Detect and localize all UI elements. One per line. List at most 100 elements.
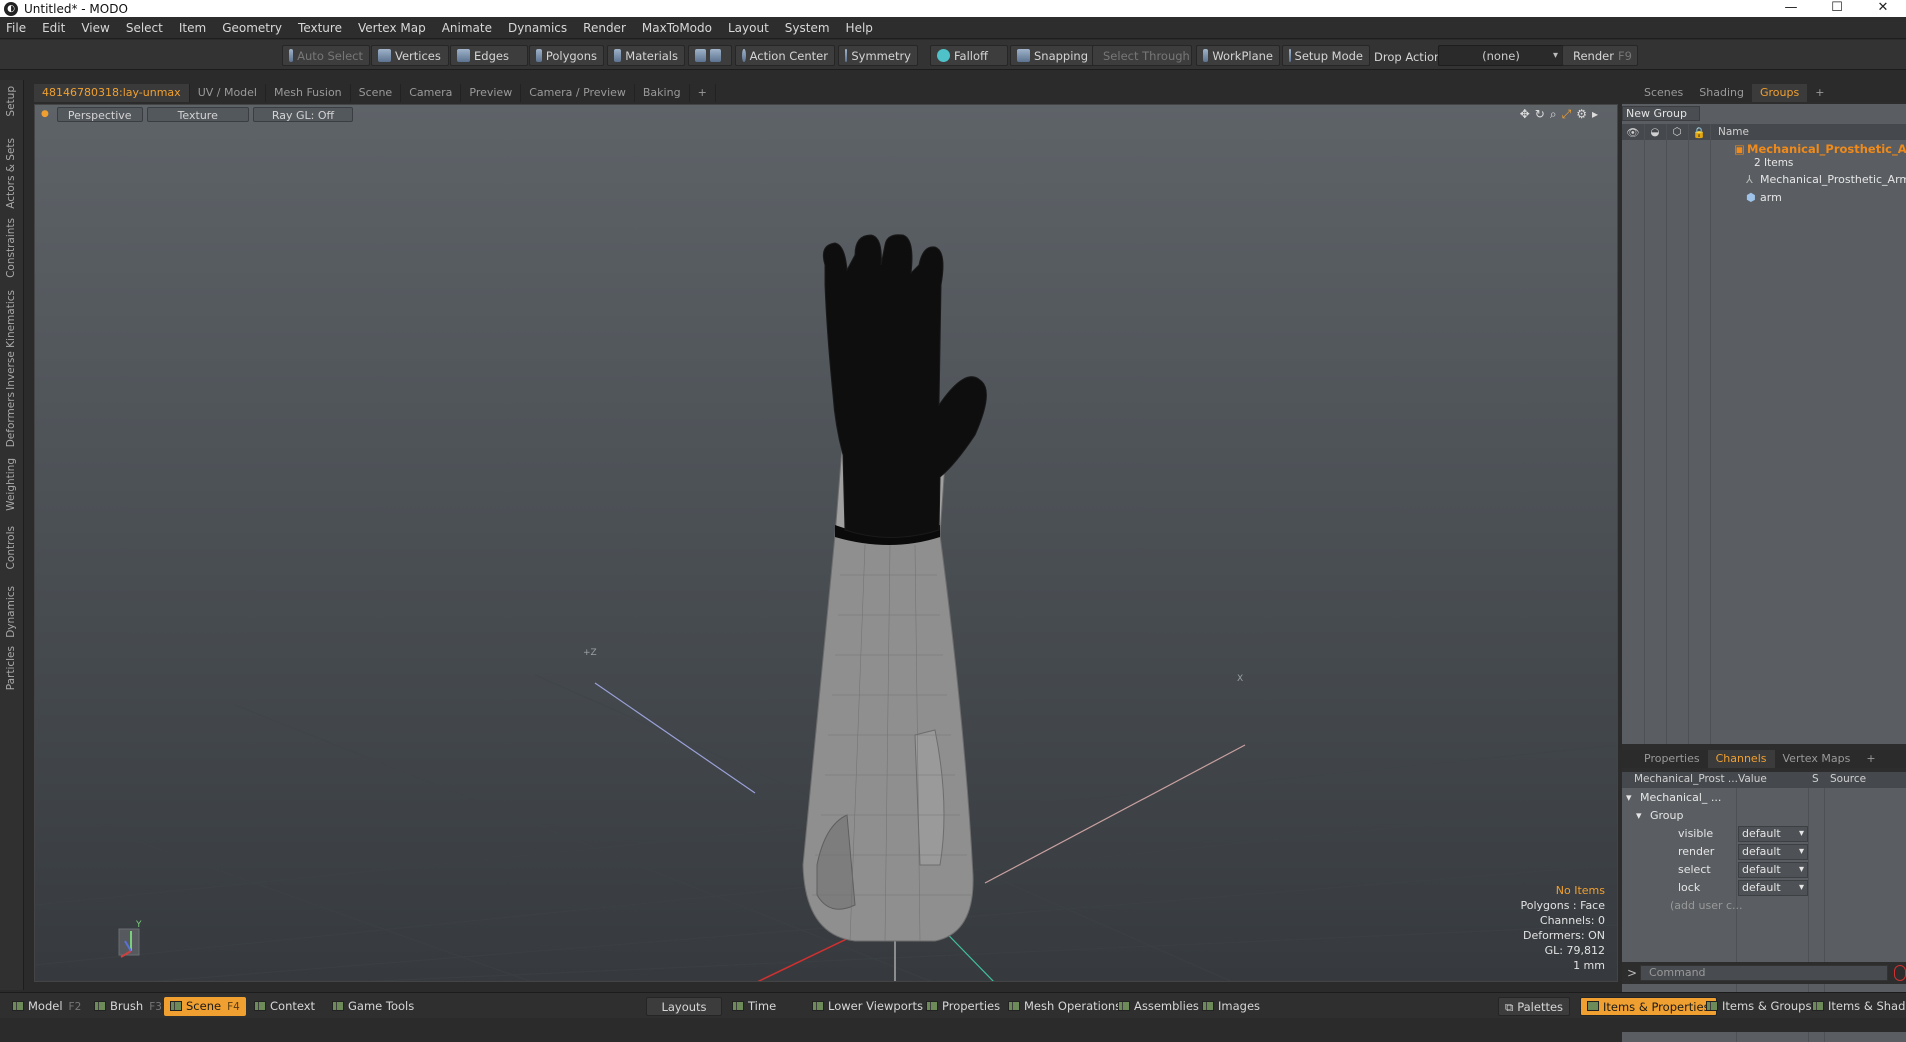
lock-col-icon[interactable]: 🔒 (1688, 126, 1710, 139)
visibility-col-icon[interactable]: 👁 (1622, 126, 1644, 139)
tab-scene[interactable]: Scene (351, 84, 402, 102)
menu-animate[interactable]: Animate (442, 21, 492, 35)
menu-item[interactable]: Item (179, 21, 206, 35)
channel-value-dropdown[interactable]: default (1738, 880, 1808, 896)
tab-mesh-fusion[interactable]: Mesh Fusion (266, 84, 351, 102)
channel-row[interactable]: visible default (1622, 825, 1906, 843)
images-button[interactable]: Images (1196, 997, 1260, 1016)
layout-game-tools-button[interactable]: Game Tools (326, 997, 414, 1016)
add-user-channel[interactable]: (add user c... (1622, 897, 1906, 915)
zoom-icon[interactable]: ⌕ (1550, 107, 1562, 121)
menu-dynamics[interactable]: Dynamics (508, 21, 567, 35)
lower-viewports-button[interactable]: Lower Viewports (806, 997, 923, 1016)
auto-select-button[interactable]: Auto Select (282, 45, 370, 66)
tab-camera[interactable]: Camera (401, 84, 462, 102)
channel-root-row[interactable]: ▾ Mechanical_ ... (1622, 789, 1906, 807)
tab-particles[interactable]: Particles (5, 646, 17, 690)
render-button[interactable]: Render F9 (1562, 45, 1638, 66)
palettes-button[interactable]: ⧉ Palettes (1498, 997, 1571, 1016)
items-properties-button[interactable]: Items & Properties (1580, 997, 1717, 1016)
tab-deformers[interactable]: Deformers (5, 392, 17, 447)
channel-group-row[interactable]: ▾ Group (1622, 807, 1906, 825)
viewport-menu-icon[interactable]: ● (41, 109, 49, 119)
select-through-button[interactable]: Select Through (1092, 45, 1192, 66)
channel-value-dropdown[interactable]: default (1738, 844, 1808, 860)
drop-action-select[interactable]: (none) (1438, 45, 1564, 66)
symmetry-button[interactable]: Symmetry (838, 45, 918, 66)
tab-properties[interactable]: Properties (1636, 750, 1708, 768)
layout-scene-button[interactable]: Scene F4 (164, 997, 246, 1016)
channel-row[interactable]: select default (1622, 861, 1906, 879)
tab-inverse-kinematics[interactable]: Inverse Kinematics (5, 290, 17, 390)
selection-sets-button[interactable] (688, 45, 732, 66)
polygons-button[interactable]: Polygons (529, 45, 604, 66)
tab-controls[interactable]: Controls (5, 526, 17, 569)
tab-groups[interactable]: Groups (1751, 84, 1808, 102)
menu-edit[interactable]: Edit (42, 21, 65, 35)
menu-geometry[interactable]: Geometry (222, 21, 282, 35)
assemblies-button[interactable]: Assemblies (1112, 997, 1199, 1016)
new-group-button[interactable]: New Group (1622, 106, 1700, 121)
tab-preview[interactable]: Preview (461, 84, 522, 102)
setup-mode-button[interactable]: Setup Mode (1282, 45, 1370, 66)
mesh-operations-button[interactable]: Mesh Operations (1002, 997, 1121, 1016)
render-col-icon[interactable]: ◒ (1644, 126, 1666, 138)
add-tab-button[interactable]: + (690, 84, 716, 102)
action-center-button[interactable]: Action Center (735, 45, 835, 66)
channel-row[interactable]: lock default (1622, 879, 1906, 897)
menu-help[interactable]: Help (846, 21, 873, 35)
layouts-button[interactable]: Layouts (646, 997, 722, 1016)
command-input[interactable]: Command (1640, 965, 1888, 981)
menu-render[interactable]: Render (583, 21, 626, 35)
materials-button[interactable]: Materials (607, 45, 685, 66)
tab-scenes[interactable]: Scenes (1636, 84, 1691, 102)
menu-maxtomodo[interactable]: MaxToModo (642, 21, 712, 35)
group-child-row[interactable]: ⅄ Mechanical_Prosthetic_Arm (1622, 172, 1906, 188)
select-col-icon[interactable]: ⬡ (1666, 126, 1688, 138)
viewport-settings-icon[interactable]: ⚙ (1576, 107, 1592, 121)
minimize-button[interactable]: — (1768, 0, 1814, 17)
collapse-icon[interactable]: ▾ (1626, 789, 1632, 807)
add-panel-tab-button[interactable]: + (1807, 84, 1832, 102)
tab-setup[interactable]: Setup (5, 86, 17, 117)
menu-select[interactable]: Select (126, 21, 163, 35)
view-mode-button[interactable]: Perspective (56, 106, 143, 122)
tab-baking[interactable]: Baking (635, 84, 690, 102)
tab-vertex-maps[interactable]: Vertex Maps (1775, 750, 1859, 768)
channel-value-dropdown[interactable]: default (1738, 862, 1808, 878)
play-icon[interactable]: ▸ (1592, 107, 1603, 121)
maximize-viewport-icon[interactable]: ⤢ (1562, 107, 1577, 121)
tab-layout-unmax[interactable]: 48146780318:lay-unmax (34, 84, 190, 102)
tab-channels[interactable]: Channels (1707, 750, 1775, 768)
maximize-button[interactable]: ☐ (1814, 0, 1860, 17)
menu-view[interactable]: View (81, 21, 109, 35)
vertices-button[interactable]: Vertices (371, 45, 449, 66)
add-properties-tab-button[interactable]: + (1858, 750, 1883, 768)
channel-row[interactable]: render default (1622, 843, 1906, 861)
items-shading-button[interactable]: Items & Shading (1806, 997, 1906, 1016)
tab-camera-preview[interactable]: Camera / Preview (521, 84, 635, 102)
3d-viewport[interactable]: +Z X Y ● Perspective Texture Ray GL: Off… (34, 104, 1618, 982)
workplane-button[interactable]: WorkPlane (1196, 45, 1280, 66)
snapping-button[interactable]: Snapping (1010, 45, 1096, 66)
properties-button[interactable]: Properties (920, 997, 1000, 1016)
items-groups-button[interactable]: Items & Groups (1700, 997, 1811, 1016)
close-button[interactable]: ✕ (1860, 0, 1906, 17)
pan-icon[interactable]: ✥ (1520, 107, 1535, 121)
tab-uv-model[interactable]: UV / Model (190, 84, 266, 102)
tab-dynamics[interactable]: Dynamics (5, 586, 17, 638)
group-child-row[interactable]: ⬢ arm (1622, 190, 1906, 206)
layout-model-button[interactable]: Model F2 (6, 997, 81, 1016)
tab-actors-sets[interactable]: Actors & Sets (5, 138, 17, 209)
edges-button[interactable]: Edges (450, 45, 528, 66)
menu-file[interactable]: File (6, 21, 26, 35)
rotate-icon[interactable]: ↻ (1535, 107, 1550, 121)
layout-context-button[interactable]: Context (248, 997, 315, 1016)
collapse-icon[interactable]: ▾ (1636, 807, 1642, 825)
menu-layout[interactable]: Layout (728, 21, 769, 35)
menu-system[interactable]: System (785, 21, 830, 35)
channel-value-dropdown[interactable]: default (1738, 826, 1808, 842)
tab-shading[interactable]: Shading (1691, 84, 1752, 102)
tab-weighting[interactable]: Weighting (5, 458, 17, 511)
layout-brush-button[interactable]: Brush F3 (88, 997, 162, 1016)
